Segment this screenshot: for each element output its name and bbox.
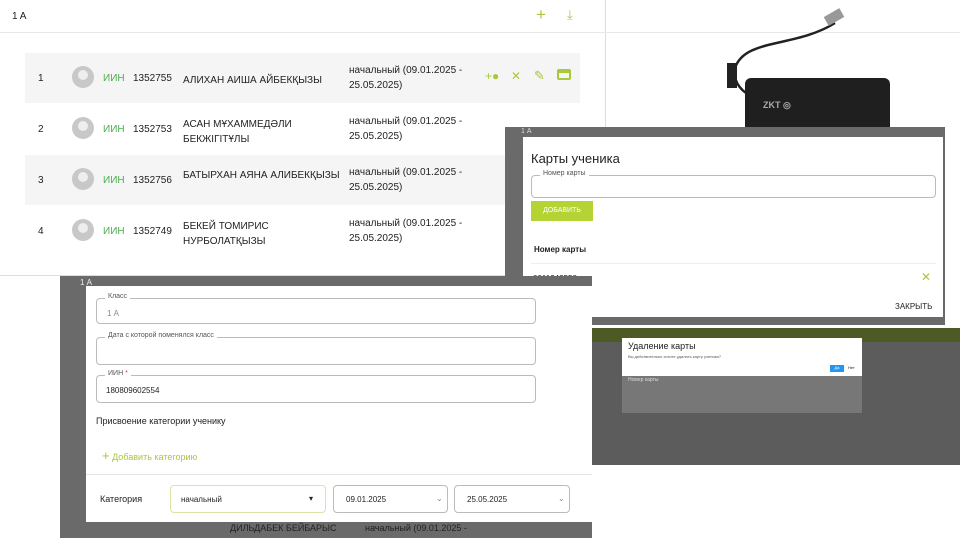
behind-name: ДИЛЬДАБЕК БЕЙБАРЫС [230, 523, 337, 533]
delete-dialog: Удаление карты Вы действительно хотите у… [622, 338, 862, 376]
iin-link[interactable]: ИИН [103, 175, 125, 186]
row-number: 2 [38, 124, 44, 135]
plus-icon[interactable]: + [536, 5, 546, 25]
field-label: Номер карты [540, 170, 589, 177]
category-label: Категория [100, 494, 143, 504]
avatar [72, 219, 94, 241]
behind-category: начальный (09.01.2025 - [365, 523, 467, 533]
student-category: начальный (09.01.2025 - 25.05.2025) [349, 116, 463, 142]
iin-link[interactable]: ИИН [103, 124, 125, 135]
add-category-link[interactable]: + Добавить категорию [102, 448, 197, 463]
row-number: 4 [38, 226, 44, 237]
iin-field[interactable]: ИИН * 180809602554 [96, 370, 536, 403]
student-name: АЛИХАН АИША АЙБЕКҚЫЗЫ [183, 75, 322, 86]
download-icon[interactable]: ⤓ [567, 7, 573, 23]
date-from-field[interactable]: 09.01.2025 ⌄ [333, 485, 448, 513]
row-number: 3 [38, 175, 44, 186]
student-id: 1352749 [133, 226, 172, 237]
modal-title: Карты ученика [531, 151, 620, 166]
add-category-label: Добавить категорию [112, 452, 198, 462]
category-value: начальный [181, 495, 222, 504]
table-row: 2 ИИН 1352753 АСАН МҰХАММЕДӘЛИ БЕКЖІГІТҰ… [25, 104, 580, 154]
date-to: 25.05.2025 [467, 495, 508, 504]
avatar [72, 117, 94, 139]
required-mark: * [125, 370, 128, 377]
delete-card-icon[interactable]: ✕ [921, 270, 931, 284]
chevron-down-icon: ⌄ [558, 494, 565, 503]
iin-value: 180809602554 [106, 386, 160, 395]
class-title: 1 A [12, 11, 27, 22]
plus-icon: + [102, 448, 110, 463]
dropdown-arrow-icon: ▾ [309, 494, 314, 503]
class-field[interactable]: Класс 1 А [96, 293, 536, 324]
confirm-button[interactable]: Да [830, 365, 844, 372]
dialog-title: Удаление карты [628, 341, 696, 351]
table-row: 4 ИИН 1352749 БЕКЕЙ ТОМИРИС НУРБОЛАТҚЫЗЫ… [25, 206, 580, 256]
category-select[interactable]: начальный ▾ [170, 485, 326, 513]
card-number-input[interactable]: Номер карты [531, 170, 936, 198]
row-number: 1 [38, 73, 44, 84]
bg-title: 1 А [521, 128, 532, 135]
date-from: 09.01.2025 [346, 495, 387, 504]
column-header: Номер карты [628, 377, 659, 383]
cancel-button[interactable]: Нет [848, 365, 855, 370]
close-button[interactable]: ЗАКРЫТЬ [895, 302, 932, 311]
iin-link[interactable]: ИИН [103, 226, 125, 237]
add-button[interactable]: ДОБАВИТЬ [531, 201, 593, 221]
student-name: БАТЫРХАН АЯНА АЛИБЕКҚЫЗЫ [183, 170, 340, 181]
student-name: БЕКЕЙ ТОМИРИС НУРБОЛАТҚЫЗЫ [183, 221, 269, 247]
student-name: АСАН МҰХАММЕДӘЛИ БЕКЖІГІТҰЛЫ [183, 119, 292, 145]
cards-table-behind: Номер карты [622, 373, 862, 413]
student-id: 1352756 [133, 175, 172, 186]
date-to-field[interactable]: 25.05.2025 ⌄ [454, 485, 570, 513]
section-title: Присвоение категории ученику [96, 416, 226, 426]
edit-icon[interactable]: ✎ [534, 68, 545, 84]
iin-link[interactable]: ИИН [103, 73, 125, 84]
card-icon[interactable] [557, 69, 571, 80]
avatar [72, 66, 94, 88]
student-category: начальный (09.01.2025 - 25.05.2025) [349, 167, 463, 193]
student-form: Класс 1 А Дата с которой поменялся класс … [86, 286, 592, 522]
add-person-icon[interactable]: +● [485, 69, 499, 83]
table-row: 1 ИИН 1352755 АЛИХАН АИША АЙБЕКҚЫЗЫ нача… [25, 53, 580, 103]
field-label: ИИН [108, 370, 124, 377]
class-change-date-field[interactable]: Дата с которой поменялся класс [96, 332, 536, 365]
avatar [72, 168, 94, 190]
field-label: Класс [105, 293, 131, 300]
chevron-down-icon: ⌄ [436, 494, 443, 503]
table-row: 3 ИИН 1352756 БАТЫРХАН АЯНА АЛИБЕКҚЫЗЫ н… [25, 155, 580, 205]
student-id: 1352755 [133, 73, 172, 84]
field-label: Дата с которой поменялся класс [105, 332, 217, 339]
student-form-screenshot: 1 А ДИЛЬДАБЕК БЕЙБАРЫС начальный (09.01.… [60, 276, 592, 538]
class-value: 1 А [107, 309, 120, 318]
card-reader-image: ZKT ◎ [715, 8, 895, 143]
column-header: Номер карты [534, 245, 587, 254]
student-id: 1352753 [133, 124, 172, 135]
student-category: начальный (09.01.2025 - 25.05.2025) [349, 65, 463, 91]
dialog-message: Вы действительно хотите удалить карту уч… [628, 354, 722, 359]
close-icon[interactable]: ✕ [511, 69, 521, 83]
student-category: начальный (09.01.2025 - 25.05.2025) [349, 218, 463, 244]
